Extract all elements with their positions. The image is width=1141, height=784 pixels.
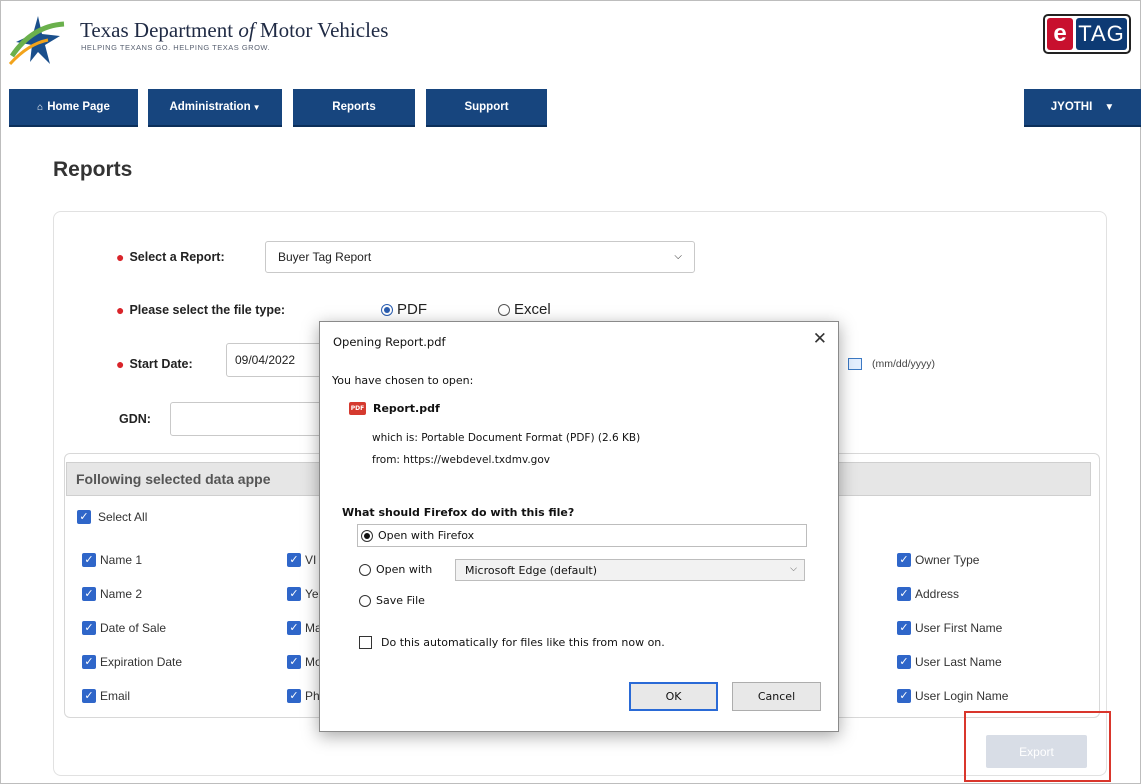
checkbox-field[interactable]: ✓ Expiration Date: [82, 655, 182, 669]
file-type-info: which is: Portable Document Format (PDF)…: [372, 432, 641, 444]
radio-unselected-icon: [359, 563, 371, 576]
caret-down-icon: ▼: [1104, 101, 1115, 113]
report-select[interactable]: Buyer Tag Report ⌵: [265, 241, 695, 273]
select-report-label: ● Select a Report:: [116, 249, 225, 265]
agency-title: Texas Department of Motor Vehicles: [80, 18, 389, 42]
checkbox-checked-icon: ✓: [897, 587, 911, 601]
home-icon: ⌂: [37, 101, 44, 113]
checkbox-checked-icon: ✓: [287, 587, 301, 601]
agency-tagline: HELPING TEXANS GO. HELPING TEXAS GROW.: [81, 43, 271, 52]
file-type-label: ● Please select the file type:: [116, 302, 286, 318]
checkbox-select-all[interactable]: ✓ Select All: [77, 510, 147, 524]
checkbox-checked-icon: ✓: [82, 689, 96, 703]
radio-save-file[interactable]: Save File: [359, 594, 425, 607]
auto-action-label: Do this automatically for files like thi…: [381, 636, 665, 649]
nav-reports[interactable]: Reports: [293, 89, 415, 127]
radio-unselected-icon: [498, 303, 510, 316]
checkbox-field[interactable]: ✓ Name 2: [82, 587, 142, 601]
checkbox-checked-icon: ✓: [287, 689, 301, 703]
user-menu[interactable]: JYOTHI ▼: [1024, 89, 1141, 127]
checkbox-field[interactable]: ✓ Ma: [287, 621, 322, 635]
etag-logo: e TAG: [1043, 14, 1131, 54]
checkbox-field[interactable]: ✓ Address: [897, 587, 959, 601]
cancel-button[interactable]: Cancel: [732, 682, 821, 711]
chevron-down-icon: ⌵: [674, 251, 682, 262]
dialog-intro: You have chosen to open:: [332, 374, 474, 387]
export-button[interactable]: Export: [986, 735, 1087, 768]
caret-down-icon: ▼: [252, 102, 261, 112]
checkbox-field[interactable]: ✓ User First Name: [897, 621, 1002, 635]
checkbox-field[interactable]: ✓ Name 1: [82, 553, 142, 567]
checkbox-checked-icon: ✓: [82, 621, 96, 635]
page-title: Reports: [53, 158, 133, 181]
checkbox-field[interactable]: ✓ VI: [287, 553, 316, 567]
checkbox-field[interactable]: ✓ User Login Name: [897, 689, 1008, 703]
checkbox-checked-icon: ✓: [287, 553, 301, 567]
chevron-down-icon: ⌵: [790, 564, 797, 574]
radio-selected-icon: [361, 529, 373, 542]
gdn-label: GDN:: [119, 412, 151, 426]
open-with-app-select[interactable]: Microsoft Edge (default) ⌵: [455, 559, 805, 581]
checkbox-field[interactable]: ✓ Ye: [287, 587, 319, 601]
start-date-label: ● Start Date:: [116, 356, 193, 372]
checkbox-checked-icon: ✓: [287, 621, 301, 635]
txdmv-star-logo: [8, 16, 65, 66]
checkbox-checked-icon: ✓: [82, 587, 96, 601]
checkbox-checked-icon: ✓: [82, 655, 96, 669]
radio-open-with[interactable]: Open with: [359, 563, 432, 576]
dialog-title: Opening Report.pdf: [333, 335, 446, 349]
etag-tag: TAG: [1076, 18, 1127, 50]
start-date-input[interactable]: 09/04/2022: [226, 343, 326, 377]
etag-e: e: [1047, 18, 1073, 50]
file-source-info: from: https://webdevel.txdmv.gov: [372, 454, 550, 466]
radio-selected-icon: [381, 303, 393, 316]
checkbox-checked-icon: ✓: [287, 655, 301, 669]
nav-administration[interactable]: Administration ▼: [148, 89, 282, 127]
gdn-input[interactable]: [170, 402, 325, 436]
close-icon[interactable]: ✕: [813, 329, 827, 349]
radio-unselected-icon: [359, 594, 371, 607]
checkbox-checked-icon: ✓: [897, 689, 911, 703]
checkbox-checked-icon: ✓: [897, 621, 911, 635]
required-marker: ●: [116, 302, 125, 318]
checkbox-field[interactable]: ✓ User Last Name: [897, 655, 1002, 669]
nav-support[interactable]: Support: [426, 89, 547, 127]
date-format-hint: (mm/dd/yyyy): [872, 358, 935, 370]
required-marker: ●: [116, 356, 125, 372]
dialog-question: What should Firefox do with this file?: [342, 506, 575, 519]
checkbox-checked-icon: ✓: [82, 553, 96, 567]
required-marker: ●: [116, 249, 125, 265]
pdf-file-icon: PDF: [349, 402, 366, 415]
checkbox-checked-icon: ✓: [77, 510, 91, 524]
calendar-icon[interactable]: [848, 358, 862, 370]
checkbox-field[interactable]: ✓ Owner Type: [897, 553, 979, 567]
checkbox-checked-icon: ✓: [897, 655, 911, 669]
checkbox-field[interactable]: ✓ Mo: [287, 655, 322, 669]
auto-action-checkbox[interactable]: [359, 636, 372, 649]
ok-button[interactable]: OK: [629, 682, 718, 711]
nav-home-page[interactable]: ⌂ Home Page: [9, 89, 138, 127]
radio-open-with-firefox[interactable]: Open with Firefox: [361, 529, 474, 542]
checkbox-field[interactable]: ✓ Email: [82, 689, 130, 703]
file-name: Report.pdf: [373, 402, 440, 415]
radio-excel[interactable]: Excel: [498, 301, 551, 318]
open-file-dialog: Opening Report.pdf ✕ You have chosen to …: [319, 321, 839, 732]
checkbox-field[interactable]: ✓ Date of Sale: [82, 621, 166, 635]
checkbox-field[interactable]: ✓ Ph: [287, 689, 320, 703]
checkbox-checked-icon: ✓: [897, 553, 911, 567]
radio-pdf[interactable]: PDF: [381, 301, 427, 318]
